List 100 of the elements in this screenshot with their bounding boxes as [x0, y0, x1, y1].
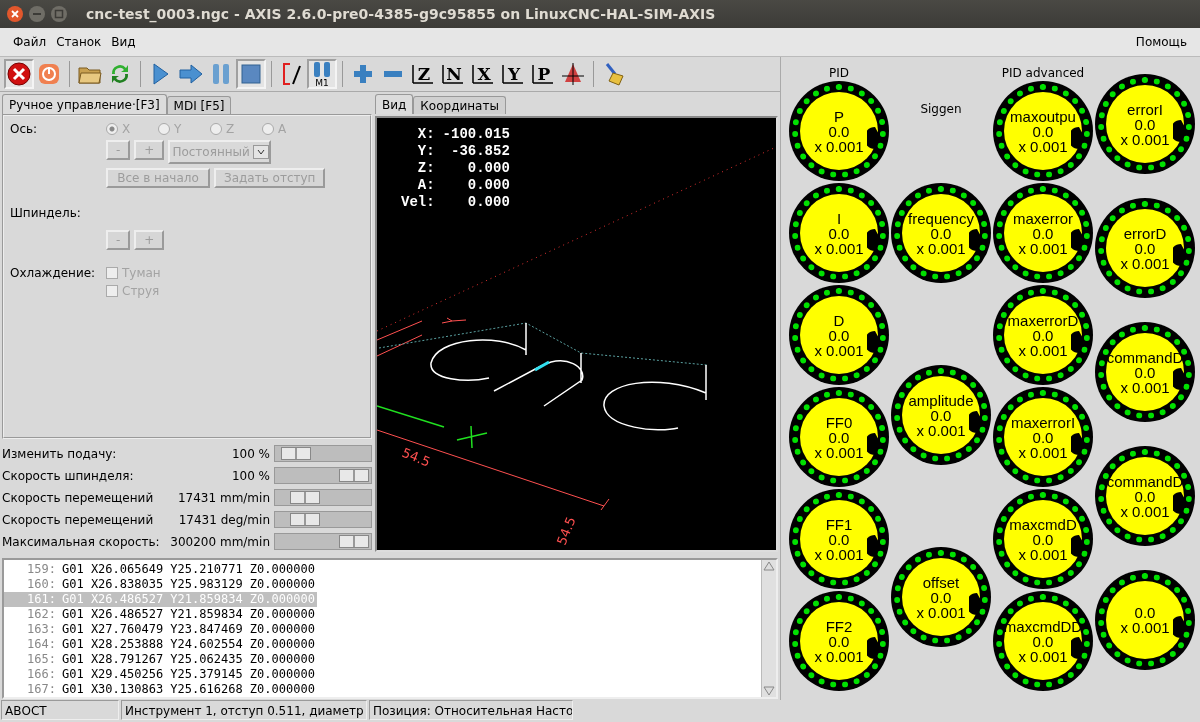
override-slider[interactable]	[274, 533, 372, 550]
override-label: Скорость шпинделя:	[2, 468, 134, 483]
gcode-line[interactable]: 160: G01 X26.838035 Y25.983129 Z0.000000	[4, 577, 317, 592]
dial[interactable]: FF1 0.0 x 0.001	[792, 492, 886, 586]
group-heading: PID advanced	[1001, 65, 1085, 81]
dial-value: 0.0	[1032, 327, 1054, 343]
coolant-label: Охлаждение:	[10, 266, 97, 282]
menu-item[interactable]: Вид	[106, 35, 141, 49]
toolbar-button[interactable]	[4, 59, 34, 89]
dial[interactable]: 0.0 x 0.001	[1098, 573, 1192, 667]
scroll-down-icon[interactable]	[762, 685, 776, 697]
menu-item[interactable]: Файл	[8, 35, 52, 49]
dial-value: 0.0	[1134, 240, 1156, 256]
tab[interactable]: MDI [F5]	[166, 96, 232, 114]
dial-pointer-icon	[1173, 244, 1187, 266]
dial-scale: x 0.001	[814, 546, 864, 562]
dial[interactable]: errorD 0.0 x 0.001	[1098, 201, 1192, 295]
dial-scale: x 0.001	[1120, 620, 1170, 635]
gcode-line[interactable]: 162: G01 X26.486527 Y21.859834 Z0.000000	[4, 607, 317, 622]
dial-scale: x 0.001	[916, 240, 966, 256]
dial[interactable]: maxerror 0.0 x 0.001	[996, 186, 1090, 280]
dial[interactable]: maxerrorD 0.0 x 0.001	[996, 288, 1090, 382]
dro-value: 0.000	[466, 194, 510, 210]
gcode-line[interactable]: 159: G01 X26.065649 Y25.210771 Z0.000000	[4, 562, 317, 577]
override-label: Скорость перемещений	[2, 490, 154, 505]
override-reading: 100 %	[230, 468, 270, 483]
dial-scale: x 0.001	[1018, 138, 1068, 154]
dial-value: 0.0	[1032, 531, 1054, 547]
cone-icon	[561, 62, 585, 86]
tab[interactable]: Вид	[375, 94, 414, 114]
dial[interactable]: frequency 0.0 x 0.001	[894, 186, 988, 280]
minus-icon	[383, 70, 403, 78]
slider-thumb[interactable]	[289, 491, 320, 504]
dro-value: -36.852	[450, 143, 510, 159]
dial-scale: x 0.001	[916, 604, 966, 620]
dial-pointer-icon	[969, 229, 983, 251]
dial-value: 0.0	[828, 633, 850, 649]
dial-scale: x 0.001	[1018, 648, 1068, 664]
dial[interactable]: FF2 0.0 x 0.001	[792, 594, 886, 688]
dial[interactable]: maxcmdD 0.0 x 0.001	[996, 492, 1090, 586]
status-field: Инструмент 1, отступ 0.511, диаметр	[121, 700, 367, 720]
dial-value: 0.0	[828, 531, 850, 547]
group-heading: PID	[829, 65, 849, 81]
dial-value: 0.0	[1032, 633, 1054, 649]
override-reading: 100 %	[230, 446, 270, 461]
gcode-line[interactable]: 167: G01 X30.130863 Y25.616268 Z0.000000	[4, 682, 317, 697]
dial[interactable]: maxerrorI 0.0 x 0.001	[996, 390, 1090, 484]
dial[interactable]: maxoutpu 0.0 x 0.001	[996, 84, 1090, 178]
maximize-icon[interactable]	[50, 5, 68, 23]
override-reading: 17431 mm/min	[176, 490, 270, 505]
dro-axis: Z:	[416, 160, 435, 176]
dial[interactable]: P 0.0 x 0.001	[792, 84, 886, 178]
slider-thumb[interactable]	[289, 513, 320, 526]
override-slider[interactable]	[274, 445, 372, 462]
override-slider[interactable]	[274, 489, 372, 506]
dial[interactable]: D 0.0 x 0.001	[792, 288, 886, 382]
slider-thumb[interactable]	[339, 535, 369, 548]
override-label: Скорость перемещений	[2, 512, 154, 527]
gcode-line[interactable]: 165: G01 X28.791267 Y25.062435 Z0.000000	[4, 652, 317, 667]
block-delete-icon	[281, 62, 303, 86]
stop-sign-icon	[7, 62, 31, 86]
gcode-line[interactable]: 166: G01 X29.450256 Y25.379145 Z0.000000	[4, 667, 317, 682]
dial-label: errorI	[1127, 101, 1163, 117]
dial-value: 0.0	[828, 225, 850, 241]
dial[interactable]: amplitude 0.0 x 0.001	[894, 368, 988, 462]
dial-pointer-icon	[1071, 331, 1085, 353]
close-icon[interactable]	[6, 5, 24, 23]
dial-pointer-icon	[1071, 535, 1085, 557]
scroll-up-icon[interactable]	[762, 560, 776, 572]
tab[interactable]: Ручное управление·[F3]	[2, 94, 167, 114]
slider-thumb[interactable]	[280, 447, 311, 460]
menu-item[interactable]: Станок	[51, 35, 107, 49]
slider-thumb[interactable]	[339, 469, 369, 482]
dial-value: 0.0	[828, 429, 850, 445]
tab[interactable]: Координаты	[413, 96, 506, 114]
override-slider[interactable]	[274, 511, 372, 528]
override-slider[interactable]	[274, 467, 372, 484]
dro-axis: Y:	[416, 143, 435, 159]
dial-pointer-icon	[867, 535, 881, 557]
menu-item[interactable]: Помощь	[1130, 35, 1192, 49]
dial-scale: x 0.001	[1018, 342, 1068, 358]
dial-label: FF0	[825, 414, 853, 430]
gcode-line[interactable]: 163: G01 X27.760479 Y23.847469 Z0.000000	[4, 622, 317, 637]
dial[interactable]: errorI 0.0 x 0.001	[1098, 77, 1192, 171]
scrollbar[interactable]	[761, 560, 776, 697]
axis-label: Ось:	[10, 122, 39, 136]
dial-pointer-icon	[969, 411, 983, 433]
dro-axis: X:	[416, 126, 435, 142]
dial-scale: x 0.001	[814, 648, 864, 664]
override-reading: 17431 deg/min	[177, 512, 270, 527]
dial-pointer-icon	[1071, 127, 1085, 149]
dial[interactable]: I 0.0 x 0.001	[792, 186, 886, 280]
dial[interactable]: offset 0.0 x 0.001	[894, 550, 988, 644]
gcode-line[interactable]: 164: G01 X28.253888 Y24.602554 Z0.000000	[4, 637, 317, 652]
dial-pointer-icon	[969, 593, 983, 615]
dial[interactable]: FF0 0.0 x 0.001	[792, 390, 886, 484]
dial-scale: x 0.001	[1018, 546, 1068, 562]
dial-label: maxerrorD	[1007, 312, 1079, 328]
dial-value: 0.0	[930, 225, 952, 241]
dro-value: 0.000	[466, 177, 510, 193]
